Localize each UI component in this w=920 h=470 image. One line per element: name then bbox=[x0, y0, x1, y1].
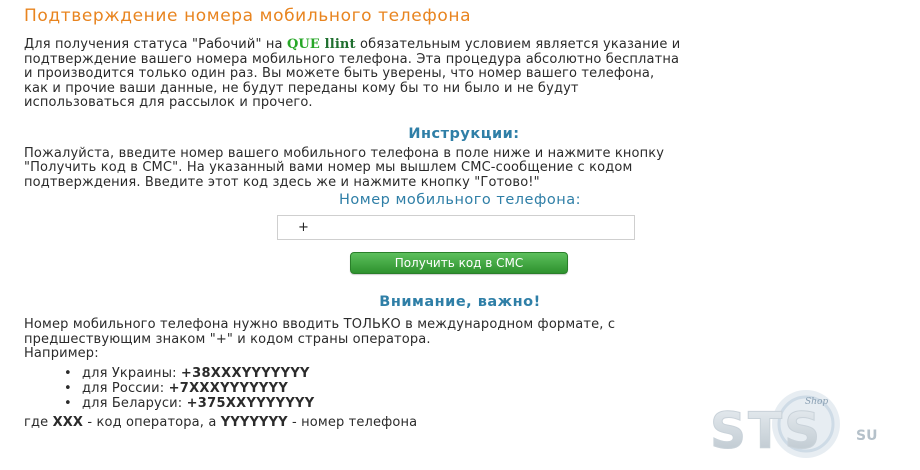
phone-label: Номер мобильного телефона: bbox=[339, 192, 581, 208]
example-label: для Беларуси: bbox=[82, 396, 187, 411]
example-value: +375XXYYYYYYY bbox=[186, 396, 315, 411]
bullet-icon: • bbox=[64, 381, 72, 396]
instructions-line-3: подтверждения. Введите этот код здесь же… bbox=[24, 174, 540, 190]
warning-line-1: Номер мобильного телефона нужно вводить … bbox=[24, 317, 616, 332]
warning-paragraph: Номер мобильного телефона нужно вводить … bbox=[24, 317, 616, 362]
warning-line-3: Например: bbox=[24, 346, 99, 361]
footnote: где XXX - код оператора, а YYYYYYY - ном… bbox=[24, 415, 418, 431]
example-label: для Украины: bbox=[82, 366, 181, 381]
intro-line-4: как и прочие ваши данные, не будут перед… bbox=[24, 80, 579, 96]
watermark-suffix-text: SU bbox=[856, 428, 877, 444]
warning-heading: Внимание, важно! bbox=[379, 294, 541, 310]
intro-line-3: и производится только один раз. Вы может… bbox=[24, 66, 655, 81]
brand-que: QUE bbox=[286, 37, 320, 52]
example-label: для России: bbox=[82, 381, 169, 396]
intro-text-1: Для получения статуса "Рабочий" на bbox=[24, 37, 287, 52]
bullet-icon: • bbox=[64, 396, 72, 411]
intro-text-2: обязательным условием является указание … bbox=[355, 37, 681, 52]
phone-input-wrapper bbox=[277, 215, 635, 240]
example-value: +38XXXYYYYYYY bbox=[180, 366, 310, 381]
footnote-xxx: XXX bbox=[52, 415, 84, 430]
intro-line-5: использоваться для рассылок и прочего. bbox=[24, 95, 313, 110]
footnote-text-2: - код оператора, а bbox=[83, 415, 221, 430]
footnote-text-3: - номер телефона bbox=[287, 415, 418, 430]
page-title: Подтверждение номера мобильного телефона bbox=[24, 6, 472, 26]
instructions-line-2: "Получить код в СМС". На указанный вами … bbox=[24, 160, 633, 175]
warning-line-2: предшествующим знаком "+" и кодом страны… bbox=[24, 331, 431, 347]
phone-confirmation-panel: Подтверждение номера мобильного телефона… bbox=[24, 6, 904, 190]
footnote-yyy: YYYYYYY bbox=[220, 415, 288, 430]
intro-paragraph: Для получения статуса "Рабочий" на QUE l… bbox=[24, 37, 904, 111]
sts-watermark-logo: Shop STS SU bbox=[710, 390, 877, 461]
bullet-icon: • bbox=[64, 366, 72, 381]
brand-llint: llint bbox=[324, 37, 356, 52]
list-item: • для Украины: +38XXXYYYYYYY bbox=[64, 366, 314, 381]
footnote-text-1: где bbox=[24, 415, 53, 430]
list-item: • для Беларуси: +375XXYYYYYYY bbox=[64, 396, 314, 411]
watermark-main-text: STS bbox=[710, 402, 822, 460]
list-item: • для России: +7XXXYYYYYYY bbox=[64, 381, 314, 396]
example-value: +7XXXYYYYYYY bbox=[168, 381, 289, 396]
instructions-paragraph: Пожалуйста, введите номер вашего мобильн… bbox=[24, 145, 904, 191]
phone-input[interactable] bbox=[277, 215, 635, 240]
get-sms-code-button[interactable]: Получить код в СМС bbox=[350, 252, 568, 274]
brand-logo: QUE llint bbox=[287, 37, 356, 52]
instructions-heading: Инструкции: bbox=[408, 125, 520, 142]
instructions-line-1: Пожалуйста, введите номер вашего мобильн… bbox=[24, 145, 665, 161]
examples-list: • для Украины: +38XXXYYYYYYY • для России:… bbox=[64, 366, 314, 411]
intro-line-2: подтверждение вашего номера мобильного т… bbox=[24, 51, 680, 67]
